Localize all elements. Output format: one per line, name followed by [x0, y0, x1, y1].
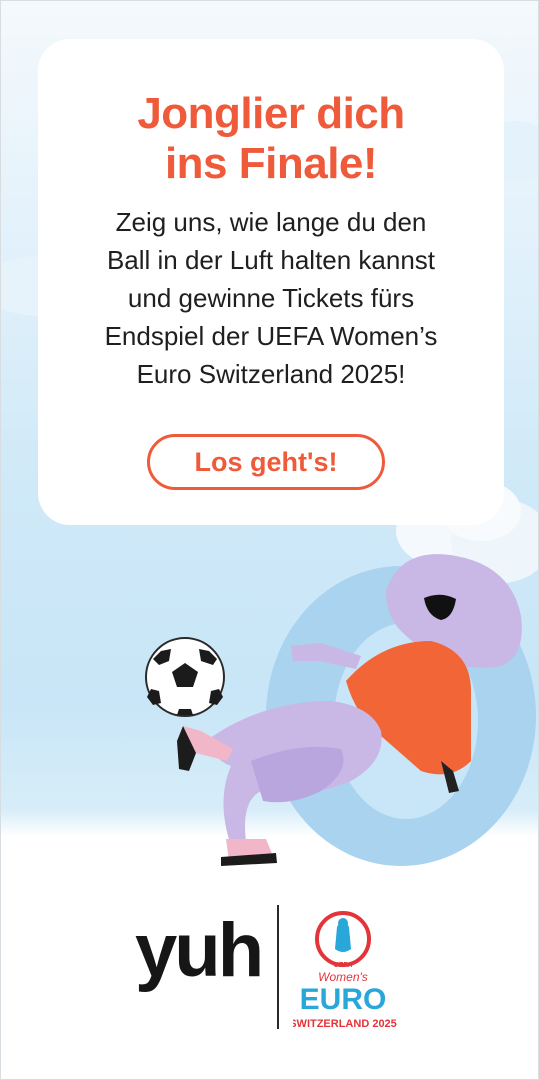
- svg-text:EURO: EURO: [300, 983, 387, 1016]
- svg-text:SWITZERLAND 2025: SWITZERLAND 2025: [293, 1018, 397, 1030]
- logo-row: yuh UEFA Women's EURO SWITZERLAND 2025: [1, 891, 538, 1041]
- ad-banner[interactable]: Jonglier dich ins Finale! Zeig uns, wie …: [0, 0, 539, 1080]
- yuh-logo: yuh: [135, 908, 264, 993]
- uefa-womens-euro-logo: UEFA Women's EURO SWITZERLAND 2025: [293, 911, 397, 1030]
- svg-text:UEFA: UEFA: [334, 962, 353, 969]
- soccer-ball-icon: [145, 637, 225, 717]
- logo-divider: [277, 905, 279, 1029]
- promo-description: Zeig uns, wie lange du den Ball in der L…: [104, 207, 438, 389]
- svg-text:Women's: Women's: [318, 970, 368, 984]
- promo-card: Jonglier dich ins Finale! Zeig uns, wie …: [38, 39, 504, 525]
- headline: Jonglier dich ins Finale!: [137, 89, 405, 188]
- juggling-illustration: [145, 554, 536, 866]
